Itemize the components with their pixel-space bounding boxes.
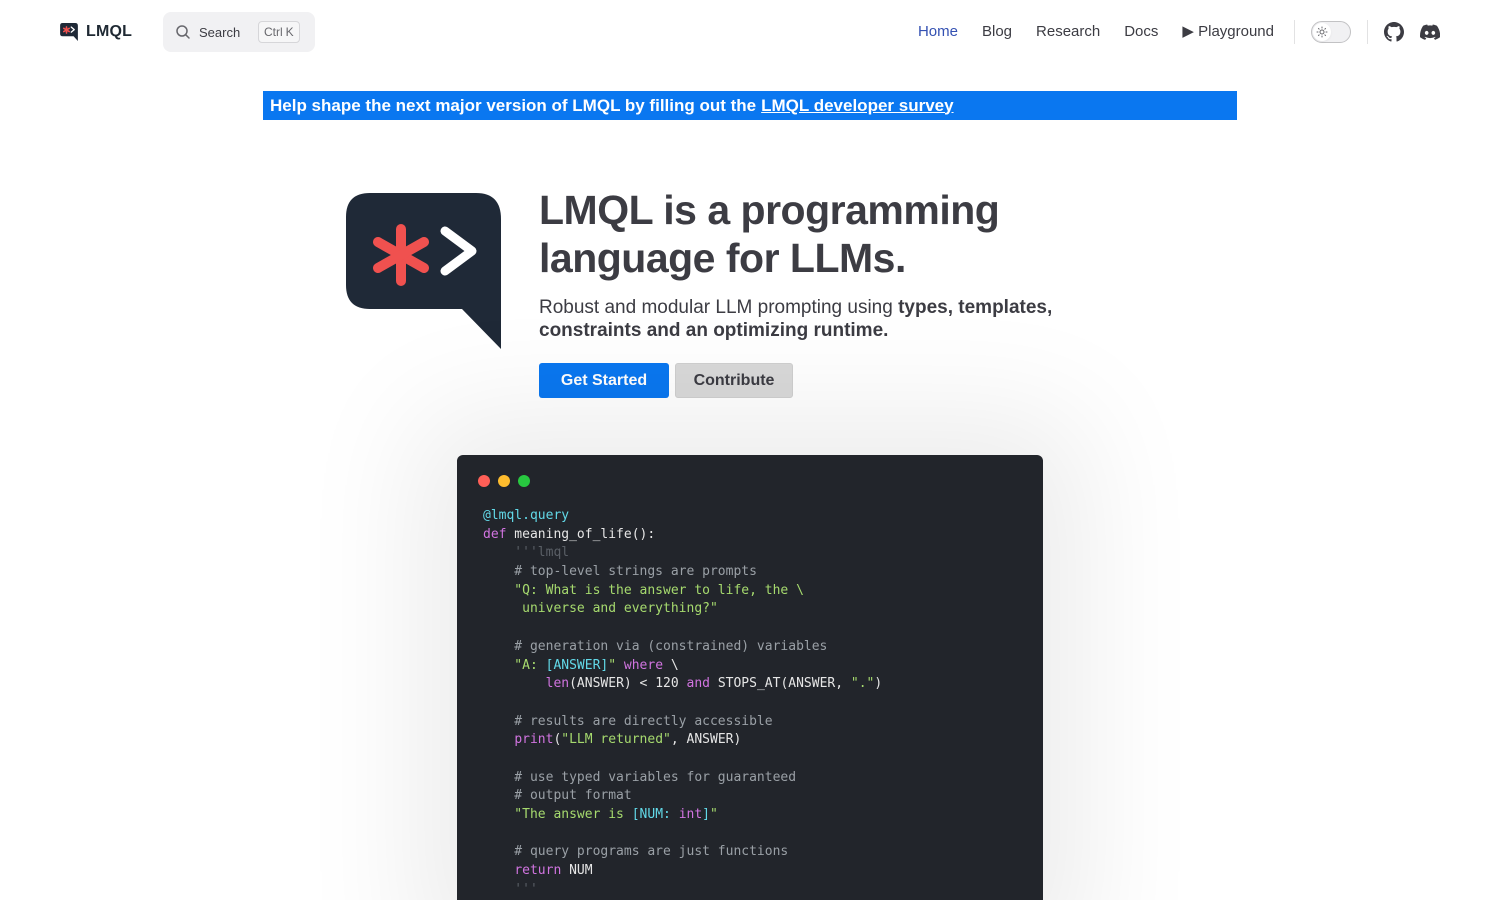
code-line: # query programs are just functions [483, 843, 882, 862]
code-token: ] [702, 807, 710, 822]
code-window: @lmql.query def meaning_of_life(): '''lmq… [457, 455, 1043, 900]
brand-name: LMQL [86, 23, 133, 40]
contribute-button[interactable]: Contribute [675, 363, 793, 398]
nav-link-home[interactable]: Home [906, 0, 970, 64]
code-token: where [616, 657, 664, 673]
brand-link[interactable]: LMQL [60, 20, 132, 44]
code-token: universe and everything?" [483, 601, 718, 617]
code-block: @lmql.query def meaning_of_life(): '''lmq… [483, 507, 882, 899]
shortcut-ctrl: Ctrl [264, 25, 283, 39]
code-line: # generation via (constrained) variables [483, 638, 882, 657]
code-token: "LLM returned" [561, 732, 671, 748]
code-token: " [608, 657, 617, 673]
code-token: "Q: What is the answer to life, the \ [483, 582, 804, 598]
github-icon [1384, 22, 1404, 42]
code-token: # use typed variables for guaranteed [483, 769, 797, 785]
code-line: return NUM [483, 862, 882, 881]
nav-links: Home Blog Research Docs ▶ Playground [906, 0, 1500, 64]
banner-text: Help shape the next major version of LMQ… [270, 95, 757, 115]
nav-link-blog[interactable]: Blog [970, 0, 1024, 64]
shortcut-key: K [285, 25, 294, 39]
code-token: (ANSWER) < 120 [569, 676, 687, 692]
nav-link-docs[interactable]: Docs [1112, 0, 1170, 64]
code-token: # query programs are just functions [483, 844, 789, 860]
window-controls [478, 475, 530, 487]
search-icon [176, 25, 190, 39]
code-line: # output format [483, 787, 882, 806]
code-line: # top-level strings are prompts [483, 563, 882, 582]
code-token: "A: [483, 657, 546, 673]
discord-icon [1420, 24, 1440, 40]
search-button[interactable]: Search Ctrl K [163, 12, 315, 52]
code-line: print("LLM returned", ANSWER) [483, 731, 882, 750]
code-line: def meaning_of_life(): [483, 526, 882, 545]
code-token: int [678, 807, 703, 822]
discord-link[interactable] [1420, 22, 1440, 42]
code-token: and [686, 676, 710, 692]
code-token: meaning_of_life(): [506, 526, 656, 542]
code-token: # output format [483, 788, 632, 804]
code-line: # results are directly accessible [483, 713, 882, 732]
code-line: @lmql.query [483, 507, 882, 526]
top-nav: LMQL Search Ctrl K Home Blog Research Do… [0, 0, 1500, 64]
code-token: NUM [561, 863, 593, 879]
code-token: @lmql.query [483, 508, 570, 523]
code-token: ) [874, 676, 883, 692]
survey-banner: Help shape the next major version of LMQ… [263, 91, 1237, 120]
search-shortcut: Ctrl K [258, 21, 300, 43]
code-token: print [514, 732, 554, 748]
code-line: # use typed variables for guaranteed [483, 769, 882, 788]
hero-title: LMQL is a programming language for LLMs. [539, 187, 1000, 281]
code-token: def [483, 526, 507, 542]
code-line: ''' [483, 881, 882, 900]
code-token: return [514, 863, 562, 879]
nav-link-research[interactable]: Research [1024, 0, 1112, 64]
theme-toggle[interactable] [1311, 21, 1351, 43]
code-token: len [545, 676, 570, 692]
code-token: "The answer is [483, 807, 632, 822]
get-started-button[interactable]: Get Started [539, 363, 669, 398]
code-line: "The answer is [NUM: int]" [483, 806, 882, 825]
nav-divider-2 [1367, 20, 1368, 44]
code-token: '''lmql [483, 545, 570, 561]
code-line: "Q: What is the answer to life, the \ [483, 582, 882, 601]
survey-link[interactable]: LMQL developer survey [761, 96, 953, 116]
code-line: len(ANSWER) < 120 and STOPS_AT(ANSWER, "… [483, 675, 883, 694]
close-dot-icon [478, 475, 490, 487]
sun-icon [1316, 26, 1328, 38]
code-token: [NUM: [631, 807, 679, 822]
code-token: , ANSWER) [670, 732, 742, 748]
code-token: # generation via (constrained) variables [483, 638, 828, 654]
lmql-logo-icon [60, 23, 78, 41]
code-token: "." [850, 676, 875, 692]
hero-logo-icon [346, 193, 501, 349]
github-link[interactable] [1384, 22, 1404, 42]
hero-subtitle: Robust and modular LLM prompting using t… [539, 296, 1139, 342]
nav-divider [1294, 20, 1295, 44]
toggle-knob [1313, 23, 1331, 41]
code-line: universe and everything?" [483, 600, 882, 619]
code-token: \ [663, 657, 679, 673]
search-label: Search [199, 24, 241, 40]
code-token: " [710, 807, 718, 822]
code-line: '''lmql [483, 544, 882, 563]
code-token: ''' [483, 881, 538, 897]
code-token: # results are directly accessible [483, 713, 773, 729]
code-token: [ANSWER] [545, 657, 609, 673]
maximize-dot-icon [518, 475, 530, 487]
code-token: STOPS_AT(ANSWER, [710, 676, 851, 692]
minimize-dot-icon [498, 475, 510, 487]
nav-link-playground[interactable]: ▶ Playground [1170, 0, 1286, 64]
hero-subtitle-prefix: Robust and modular LLM prompting using [539, 297, 899, 318]
code-token: # top-level strings are prompts [483, 564, 757, 580]
code-line: "A: [ANSWER]" where \ [483, 657, 882, 676]
